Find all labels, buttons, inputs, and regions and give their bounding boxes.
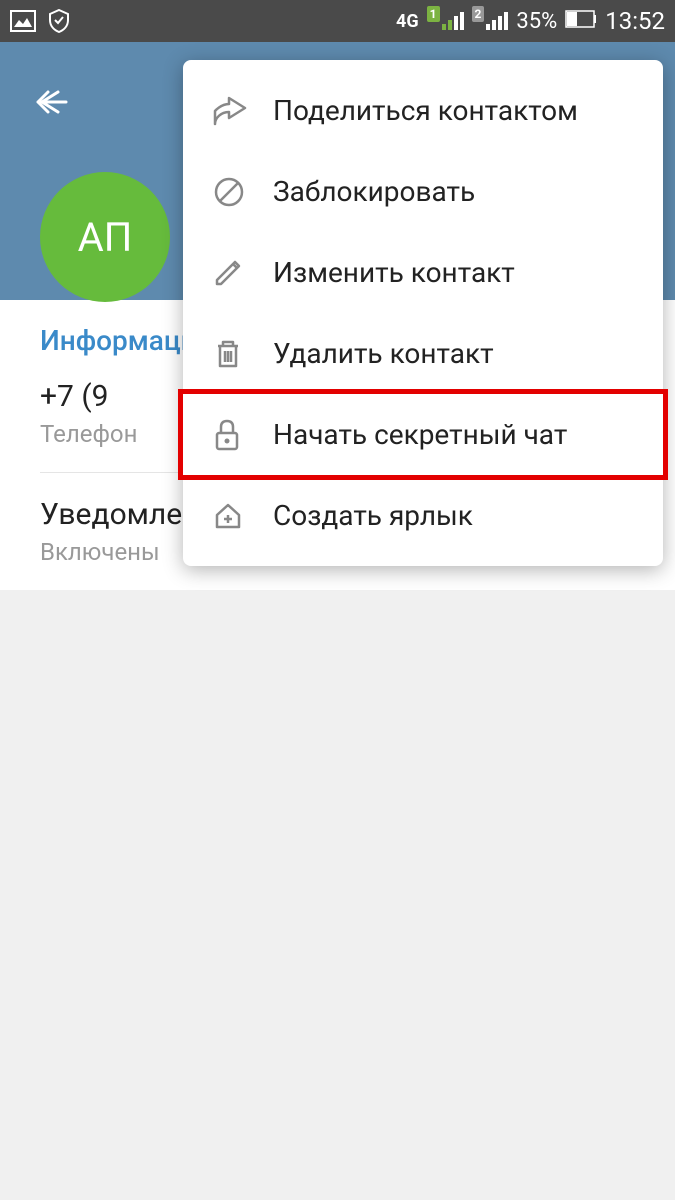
back-button[interactable] <box>30 82 70 126</box>
block-icon <box>213 176 273 208</box>
menu-label: Начать секретный чат <box>273 418 567 451</box>
clock-time: 13:52 <box>605 7 665 35</box>
menu-label: Поделиться контактом <box>273 94 578 127</box>
menu-item-share-contact[interactable]: Поделиться контактом <box>183 70 663 151</box>
battery-percent: 35% <box>516 9 557 34</box>
menu-item-secret-chat[interactable]: Начать секретный чат <box>178 389 668 480</box>
avatar[interactable]: АП <box>40 172 170 302</box>
share-icon <box>213 96 273 126</box>
avatar-initials: АП <box>78 214 133 261</box>
menu-label: Изменить контакт <box>273 256 515 289</box>
network-type: 4G <box>396 11 419 32</box>
sim2-badge: 2 <box>472 6 485 22</box>
status-left <box>10 9 70 33</box>
menu-item-block[interactable]: Заблокировать <box>183 151 663 232</box>
lock-icon <box>213 419 273 451</box>
menu-label: Создать ярлык <box>273 499 473 532</box>
signal-icon-1 <box>442 12 464 30</box>
home-plus-icon <box>213 501 273 531</box>
status-bar: 4G 1 2 35% 13:52 <box>0 0 675 42</box>
menu-item-delete-contact[interactable]: Удалить контакт <box>183 313 663 394</box>
sim1-badge: 1 <box>427 6 440 22</box>
menu-item-create-shortcut[interactable]: Создать ярлык <box>183 475 663 556</box>
context-menu: Поделиться контактом Заблокировать Измен… <box>183 60 663 566</box>
signal-icon-2 <box>486 12 508 30</box>
trash-icon <box>213 338 273 370</box>
pencil-icon <box>213 258 273 288</box>
menu-label: Заблокировать <box>273 175 475 208</box>
image-icon <box>10 10 36 32</box>
menu-label: Удалить контакт <box>273 337 494 370</box>
shield-icon <box>48 9 70 33</box>
battery-icon <box>565 9 597 34</box>
menu-item-edit-contact[interactable]: Изменить контакт <box>183 232 663 313</box>
status-right: 4G 1 2 35% 13:52 <box>396 7 665 35</box>
